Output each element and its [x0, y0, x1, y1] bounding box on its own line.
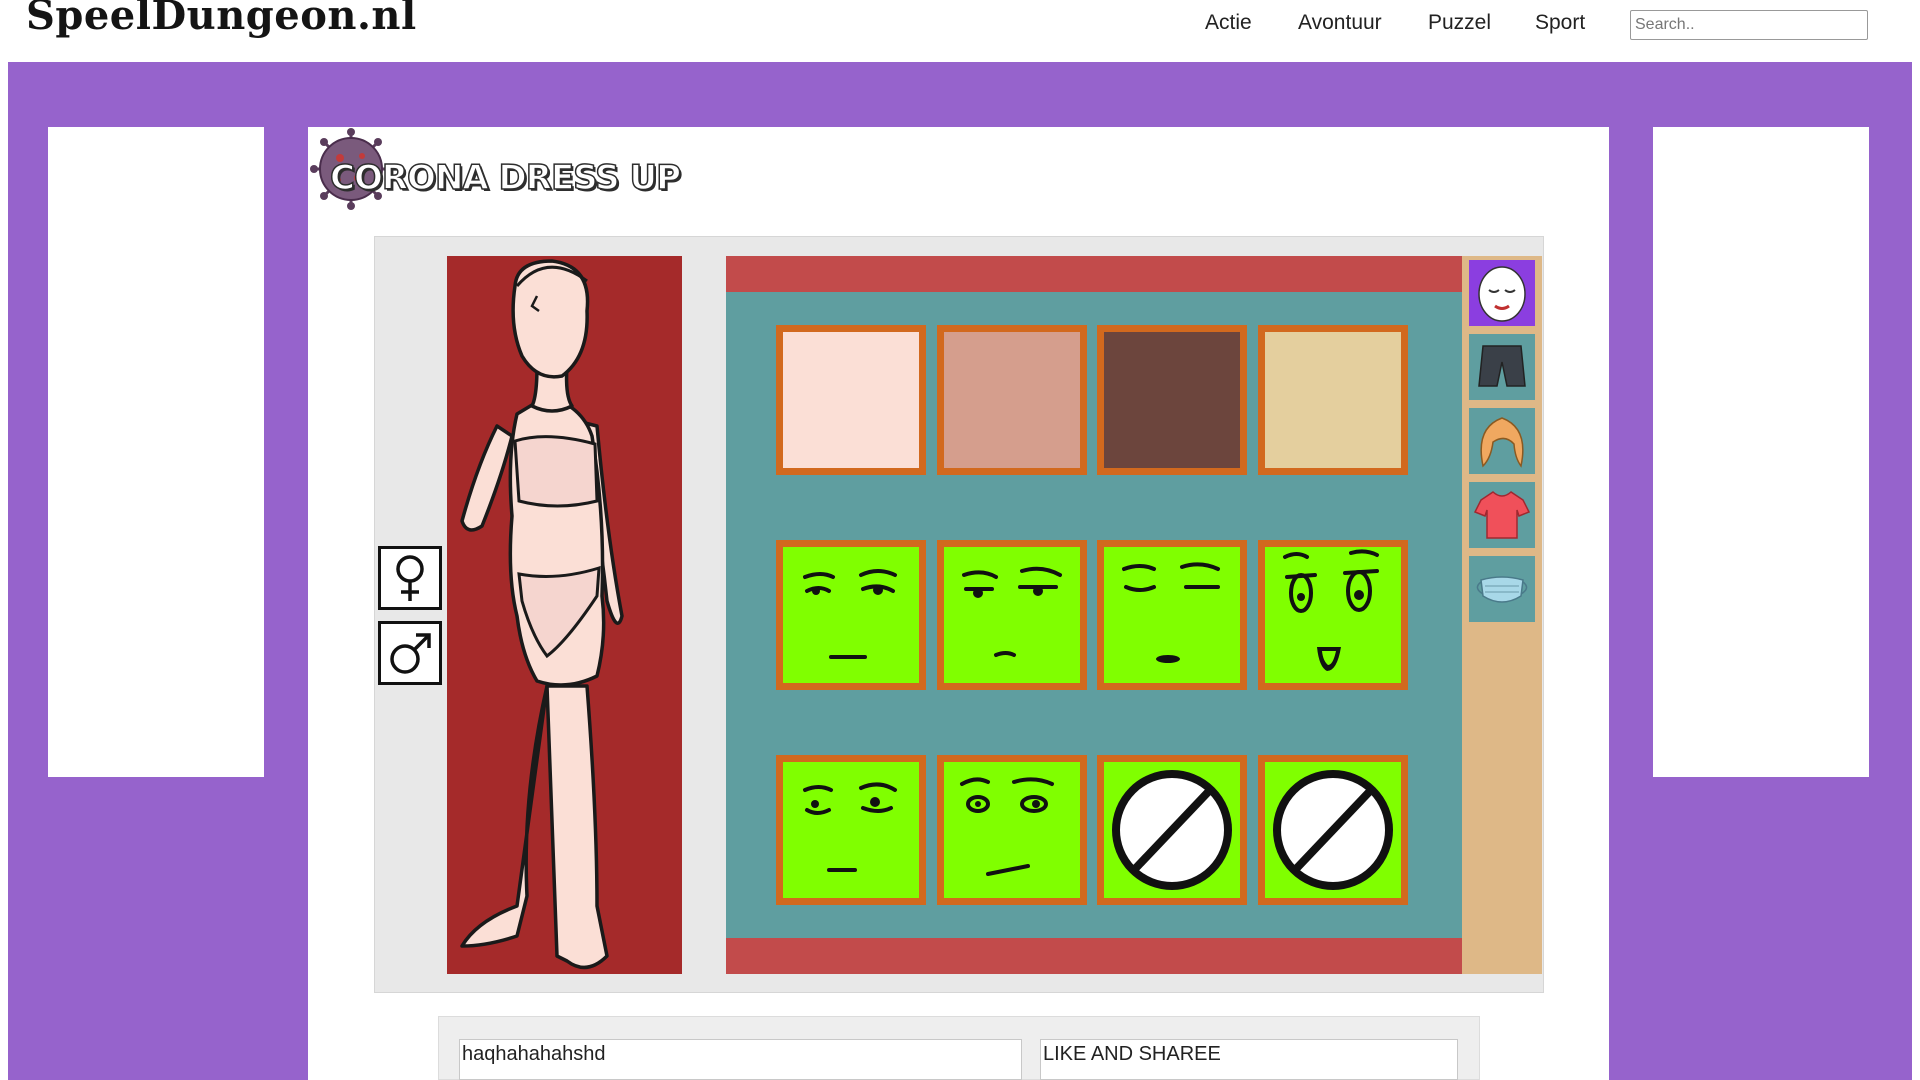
face-expression-icon [1265, 547, 1401, 683]
category-face-button[interactable] [1469, 260, 1535, 326]
face-option-6[interactable] [937, 755, 1087, 905]
comment-box-1[interactable]: haqhahahahshd [459, 1039, 1022, 1080]
male-symbol-icon [390, 633, 431, 674]
face-option-1[interactable] [776, 540, 926, 690]
search-input[interactable] [1630, 10, 1868, 40]
face-expression-icon [1104, 547, 1240, 683]
face-none-option-2[interactable] [1258, 755, 1408, 905]
left-page-edge [0, 0, 8, 1080]
right-page-edge [1912, 0, 1920, 1080]
face-expression-icon [783, 762, 919, 898]
comment-box-2[interactable]: LIKE AND SHAREE [1040, 1039, 1458, 1080]
face-option-4[interactable] [1258, 540, 1408, 690]
face-option-2[interactable] [937, 540, 1087, 690]
no-selection-icon [1265, 762, 1401, 898]
character-figure [460, 259, 624, 970]
character-preview-panel [447, 256, 682, 974]
skin-color-option-4[interactable] [1258, 325, 1408, 475]
skin-color-option-1[interactable] [776, 325, 926, 475]
site-logo[interactable]: SpeelDungeon.nl [26, 0, 417, 39]
female-button[interactable] [378, 546, 442, 610]
skin-color-option-2[interactable] [937, 325, 1087, 475]
shirt-icon [1473, 491, 1531, 539]
category-mask-button[interactable] [1469, 556, 1535, 622]
right-ad-slot [1653, 127, 1869, 777]
face-covering-icon [1476, 576, 1528, 603]
face-none-option-1[interactable] [1097, 755, 1247, 905]
hair-icon [1480, 417, 1524, 468]
face-option-3[interactable] [1097, 540, 1247, 690]
face-expression-icon [783, 547, 919, 683]
face-expression-icon [944, 547, 1080, 683]
wardrobe-bottom-bar [726, 938, 1462, 974]
face-expression-icon [944, 762, 1080, 898]
skin-color-option-3[interactable] [1097, 325, 1247, 475]
face-mask-icon [1478, 266, 1526, 322]
female-symbol-icon [396, 555, 424, 601]
nav-link-avontuur[interactable]: Avontuur [1298, 11, 1382, 35]
male-button[interactable] [378, 621, 442, 685]
shorts-icon [1478, 345, 1526, 387]
wardrobe-top-bar [726, 256, 1462, 292]
nav-link-sport[interactable]: Sport [1535, 11, 1585, 35]
game-title: CORONA DRESS UP [329, 157, 682, 199]
nav-link-actie[interactable]: Actie [1205, 11, 1252, 35]
category-hair-button[interactable] [1469, 408, 1535, 474]
nav-link-puzzel[interactable]: Puzzel [1428, 11, 1491, 35]
no-selection-icon [1104, 762, 1240, 898]
face-option-5[interactable] [776, 755, 926, 905]
left-ad-slot [48, 127, 264, 777]
category-bottoms-button[interactable] [1469, 334, 1535, 400]
category-tops-button[interactable] [1469, 482, 1535, 548]
